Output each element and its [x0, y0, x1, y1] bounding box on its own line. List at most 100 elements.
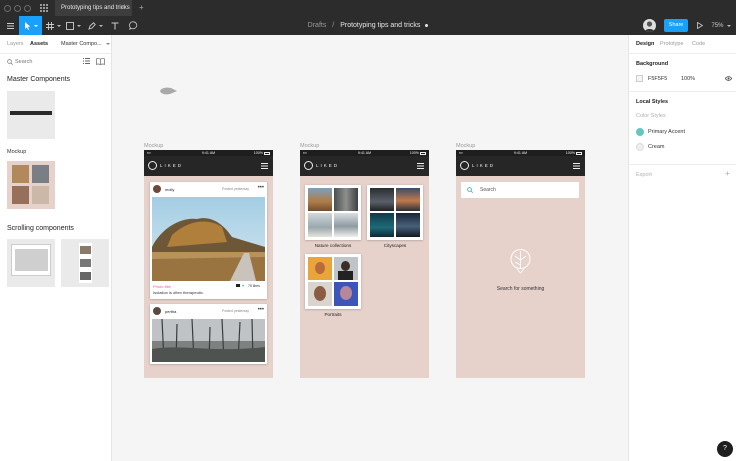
master-components-title: Master Components — [7, 76, 71, 83]
battery-icon — [264, 151, 270, 155]
tab-label: Prototyping tips and tricks — [61, 5, 130, 11]
eye-icon[interactable] — [725, 76, 732, 81]
background-opacity[interactable]: 100% — [681, 76, 695, 82]
style-name-primary-accent[interactable]: Primary Accent — [648, 129, 685, 135]
list-view-icon[interactable] — [83, 58, 90, 64]
comment-icon — [128, 21, 137, 30]
style-name-cream[interactable]: Cream — [648, 144, 665, 150]
play-icon — [697, 22, 703, 29]
main-menu-icon[interactable] — [4, 16, 16, 35]
collection-card-portraits[interactable] — [305, 254, 361, 309]
background-title: Background — [636, 61, 669, 67]
search-icon — [467, 186, 473, 193]
brand-name: LIKED — [160, 162, 184, 168]
scrolling-component-thumbnail[interactable] — [7, 239, 55, 287]
post-time: Posted yesterday — [222, 308, 250, 313]
user-avatar[interactable] — [643, 19, 656, 32]
tab-assets[interactable]: Assets — [30, 35, 48, 53]
hamburger-icon[interactable] — [573, 163, 580, 169]
window-close-button[interactable] — [4, 4, 11, 12]
library-book-icon[interactable] — [96, 58, 105, 65]
frame-tool-button[interactable] — [44, 16, 62, 35]
hamburger-icon[interactable] — [417, 163, 424, 169]
background-color-swatch[interactable] — [636, 75, 643, 82]
battery-icon — [420, 151, 426, 155]
tab-master-components[interactable]: Master Compo... — [61, 35, 111, 53]
avatar[interactable] — [153, 185, 161, 193]
heart-icon[interactable]: ♥ — [242, 283, 244, 288]
frame-label[interactable]: Mockup — [300, 143, 319, 149]
battery-icon — [576, 151, 582, 155]
post-photo-title: Photo title — [153, 284, 171, 289]
collection-label-cityscapes: Cityscapes — [383, 243, 407, 248]
more-options-icon[interactable]: ••• — [258, 307, 264, 313]
frame-label[interactable]: Mockup — [144, 143, 163, 149]
search-input[interactable] — [15, 57, 75, 67]
primary-accent-swatch[interactable] — [636, 128, 644, 136]
search-field[interactable]: Search — [461, 182, 579, 198]
move-tool-button[interactable] — [19, 16, 42, 35]
post-username[interactable]: molly — [165, 187, 174, 192]
breadcrumb-project[interactable]: Drafts — [308, 22, 327, 29]
color-styles-label: Color Styles — [636, 113, 666, 119]
nav-bar: LIKED — [300, 156, 429, 176]
share-button[interactable]: Share — [664, 19, 688, 32]
scrolling-components-title: Scrolling components — [7, 225, 74, 232]
tab-close-icon[interactable]: × — [121, 0, 125, 16]
search-placeholder: Search — [480, 186, 496, 193]
cream-swatch[interactable] — [636, 143, 644, 151]
right-panel: Design Prototype Code Background F5F5F5 … — [628, 35, 736, 461]
scrolling-component-thumbnail-2[interactable] — [61, 239, 109, 287]
brand-logo-icon — [148, 161, 157, 170]
window-maximize-button[interactable] — [24, 4, 31, 12]
new-tab-button[interactable]: + — [139, 0, 144, 16]
mockup-thumbnail[interactable] — [7, 161, 55, 209]
collection-card-cityscapes[interactable] — [367, 185, 423, 240]
text-icon — [111, 22, 119, 29]
background-hex[interactable]: F5F5F5 — [648, 76, 667, 82]
tab-code[interactable]: Code — [692, 35, 705, 53]
post-photo[interactable] — [152, 197, 265, 281]
mockup-frame-search[interactable]: ▪▪▪ 9:41 AM 100% LIKED Search Search for… — [456, 150, 585, 378]
empty-state-message: Search for something — [496, 286, 545, 292]
brand-logo-icon — [304, 161, 313, 170]
frame-label[interactable]: Mockup — [456, 143, 475, 149]
mockup-frame-collections[interactable]: ▪▪▪ 9:41 AM 100% LIKED Nature collection… — [300, 150, 429, 378]
more-options-icon[interactable]: ••• — [258, 185, 264, 191]
toolbar: Drafts / Prototyping tips and tricks Sha… — [0, 16, 736, 35]
collection-card-nature[interactable] — [305, 185, 361, 240]
post-time: Posted yesterday — [222, 186, 250, 191]
export-add-button[interactable]: + — [725, 169, 730, 178]
zoom-dropdown[interactable]: 75% — [710, 16, 732, 35]
avatar[interactable] — [153, 307, 161, 315]
message-icon[interactable] — [236, 284, 240, 287]
shape-tool-button[interactable] — [64, 16, 82, 35]
post-card-2[interactable]: pertha Posted yesterday ••• — [150, 304, 267, 364]
window-minimize-button[interactable] — [14, 4, 21, 12]
tab-prototype[interactable]: Prototype — [660, 35, 684, 53]
tab-design[interactable]: Design — [636, 35, 654, 53]
breadcrumb-file[interactable]: Prototyping tips and tricks — [340, 22, 420, 29]
present-button[interactable] — [694, 16, 706, 35]
master-component-thumbnail[interactable] — [7, 91, 55, 139]
tab-layers[interactable]: Layers — [7, 35, 24, 53]
post-username[interactable]: pertha — [165, 309, 176, 314]
likes-count: 75 likes — [248, 284, 260, 288]
post-card-1[interactable]: molly Posted yesterday ••• Photo title I… — [150, 182, 267, 299]
help-button[interactable]: ? — [717, 441, 733, 457]
comment-tool-button[interactable] — [127, 16, 139, 35]
post-photo[interactable] — [152, 319, 265, 362]
unsaved-dot-icon — [425, 23, 429, 27]
hamburger-icon[interactable] — [261, 163, 268, 169]
mockup-frame-feed[interactable]: ▪▪▪ 9:41 AM 100% LIKED molly Posted yest… — [144, 150, 273, 378]
left-panel: Layers Assets Master Compo... Master Com… — [0, 35, 112, 461]
title-bar: Prototyping tips and tricks × + — [0, 0, 736, 16]
tab-prototyping[interactable]: Prototyping tips and tricks × — [55, 0, 132, 16]
grid-menu-icon[interactable] — [40, 4, 48, 12]
text-tool-button[interactable] — [109, 16, 121, 35]
brand-logo-icon — [460, 161, 469, 170]
navbar-preview — [10, 111, 52, 115]
search-illustration-icon — [510, 248, 531, 274]
pen-tool-button[interactable] — [86, 16, 104, 35]
post-caption: Isolation is often therapeutic. — [153, 290, 204, 295]
